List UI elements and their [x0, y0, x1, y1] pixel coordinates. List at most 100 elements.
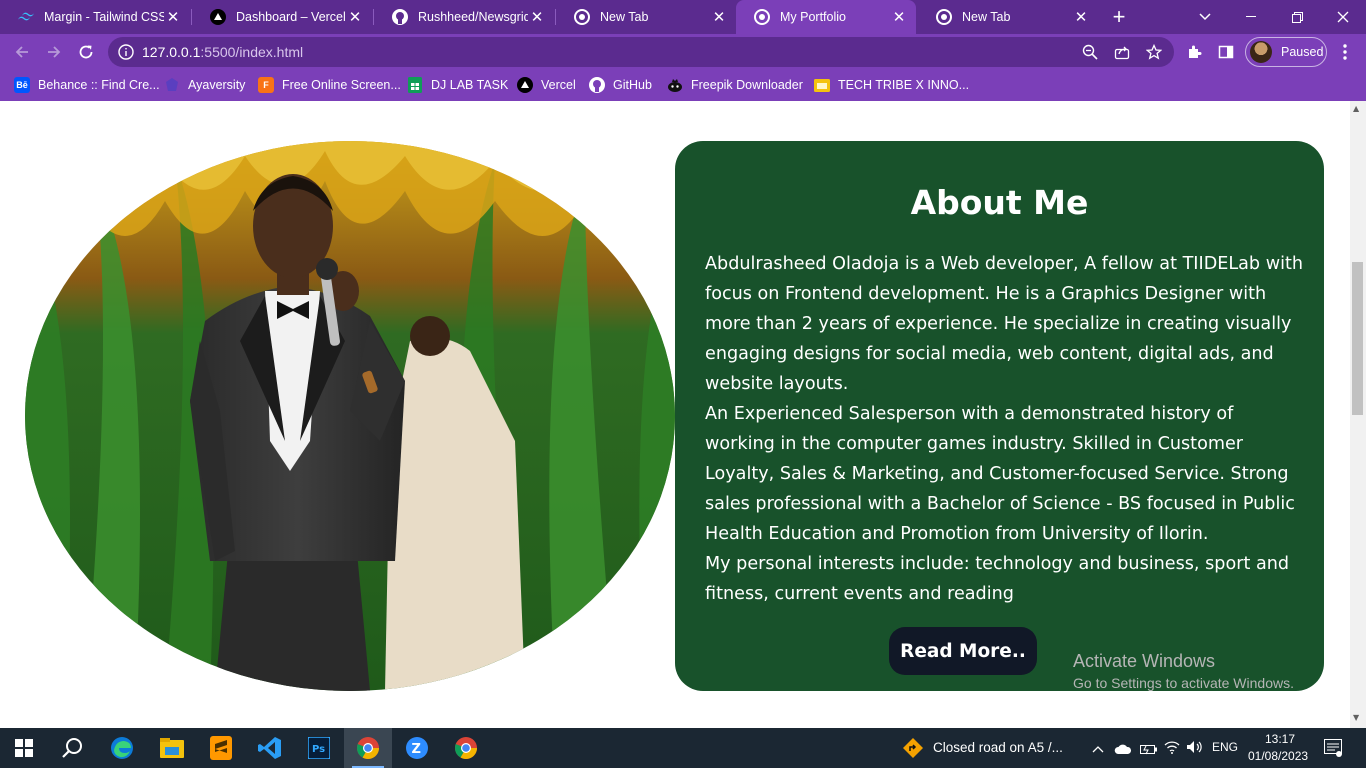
about-me-card: About Me Abdulrasheed Oladoja is a Web d…	[675, 141, 1324, 691]
chrome-icon	[574, 9, 590, 25]
close-tab-icon[interactable]: ✕	[528, 8, 546, 26]
clock-time[interactable]: 13:17	[1265, 732, 1295, 746]
behance-icon: Bē	[14, 77, 30, 93]
portfolio-page: About Me Abdulrasheed Oladoja is a Web d…	[0, 101, 1350, 728]
language-indicator[interactable]: ENG	[1212, 740, 1238, 754]
about-text: Abdulrasheed Oladoja is a Web developer,…	[705, 249, 1305, 609]
tab-title: Rushheed/Newsgrid	[418, 10, 528, 24]
tab-new-tab-1[interactable]: New Tab ✕	[556, 0, 736, 34]
vscode-icon[interactable]	[246, 728, 294, 768]
notifications-icon[interactable]	[1324, 739, 1342, 761]
vercel-icon	[517, 77, 533, 93]
side-panel-icon[interactable]	[1213, 39, 1239, 65]
close-tab-icon[interactable]: ✕	[890, 8, 908, 26]
bookmark-github[interactable]: GitHub	[589, 76, 652, 94]
chrome-icon	[754, 9, 770, 25]
photoshop-icon[interactable]: Ps	[295, 728, 343, 768]
about-paragraph: Abdulrasheed Oladoja is a Web developer,…	[705, 254, 1304, 394]
file-explorer-icon[interactable]	[148, 728, 196, 768]
tab-my-portfolio[interactable]: My Portfolio ✕	[736, 0, 916, 34]
close-window-button[interactable]	[1320, 0, 1366, 34]
tab-tailwind[interactable]: Margin - Tailwind CSS ✕	[0, 0, 190, 34]
close-tab-icon[interactable]: ✕	[710, 8, 728, 26]
profile-button[interactable]: Paused	[1245, 37, 1327, 67]
vercel-icon	[210, 9, 226, 25]
restore-button[interactable]	[1274, 0, 1320, 34]
close-tab-icon[interactable]: ✕	[164, 8, 182, 26]
freepik-icon	[667, 77, 683, 93]
edge-icon[interactable]	[98, 728, 146, 768]
tab-search-icon[interactable]	[1182, 0, 1228, 34]
zoom-icon[interactable]	[1082, 44, 1098, 64]
github-icon	[589, 77, 605, 93]
bookmark-freepik[interactable]: Freepik Downloader	[667, 76, 803, 94]
minimize-button[interactable]	[1228, 0, 1274, 34]
browser-toolbar: 127.0.0.1:5500/index.html Paused	[0, 34, 1366, 70]
bookmark-star-icon[interactable]	[1145, 43, 1163, 64]
search-icon[interactable]	[48, 728, 96, 768]
tab-title: New Tab	[962, 10, 1011, 24]
battery-icon[interactable]	[1140, 740, 1158, 759]
bookmark-ayaversity[interactable]: Ayaversity	[164, 76, 245, 94]
tab-vercel[interactable]: Dashboard – Vercel ✕	[192, 0, 372, 34]
traffic-alert-icon[interactable]	[903, 738, 923, 762]
tab-new-tab-2[interactable]: New Tab ✕	[918, 0, 1098, 34]
wifi-icon[interactable]	[1164, 739, 1180, 758]
bookmark-label: Vercel	[541, 78, 576, 92]
tailwind-icon	[18, 9, 34, 25]
show-hidden-icons-icon[interactable]	[1092, 740, 1104, 759]
kebab-menu-icon[interactable]	[1332, 39, 1358, 65]
scrollbar-thumb[interactable]	[1352, 262, 1363, 415]
ayaversity-icon	[164, 77, 180, 93]
reload-button[interactable]	[73, 39, 99, 65]
about-paragraph: An Experienced Salesperson with a demons…	[705, 404, 1295, 544]
page-scrollbar[interactable]: ▲ ▼	[1350, 101, 1366, 728]
github-icon	[392, 9, 408, 25]
windows-taskbar: Ps Z Closed road on A5 /... ENG 13:17 01…	[0, 728, 1366, 768]
close-tab-icon[interactable]: ✕	[346, 8, 364, 26]
address-bar[interactable]: 127.0.0.1:5500/index.html	[108, 37, 1174, 67]
bookmark-vercel[interactable]: Vercel	[517, 76, 576, 94]
watermark-line2: Go to Settings to activate Windows.	[1073, 675, 1294, 691]
svg-text:Ps: Ps	[312, 744, 325, 755]
bookmarks-bar: Bē Behance :: Find Cre... Ayaversity F F…	[0, 70, 1366, 101]
about-title: About Me	[910, 183, 1089, 222]
scroll-up-icon[interactable]: ▲	[1353, 104, 1359, 113]
share-icon[interactable]	[1114, 44, 1130, 64]
folder-icon	[814, 77, 830, 93]
forward-button[interactable]	[41, 39, 67, 65]
bookmark-tech-tribe[interactable]: TECH TRIBE X INNO...	[814, 76, 969, 94]
new-tab-button[interactable]: +	[1108, 4, 1130, 30]
sublime-text-icon[interactable]	[197, 728, 245, 768]
chrome-icon[interactable]	[442, 728, 490, 768]
svg-text:Z: Z	[412, 742, 421, 757]
profile-photo	[25, 141, 675, 691]
profile-status: Paused	[1281, 45, 1324, 59]
close-tab-icon[interactable]: ✕	[1072, 8, 1090, 26]
read-more-button[interactable]: Read More..	[889, 627, 1037, 675]
google-sheets-icon	[407, 77, 423, 93]
bookmark-label: Behance :: Find Cre...	[38, 78, 160, 92]
bookmark-label: Freepik Downloader	[691, 78, 803, 92]
onedrive-icon[interactable]	[1114, 740, 1132, 759]
bookmark-label: DJ LAB TASK	[431, 78, 509, 92]
windows-start-icon[interactable]	[0, 728, 48, 768]
bookmark-behance[interactable]: Bē Behance :: Find Cre...	[14, 76, 160, 94]
bookmark-screen-recorder[interactable]: F Free Online Screen...	[258, 76, 401, 94]
bookmark-dj-lab-task[interactable]: DJ LAB TASK	[407, 76, 508, 94]
clock-date[interactable]: 01/08/2023	[1248, 749, 1308, 763]
notification-text[interactable]: Closed road on A5 /...	[933, 740, 1063, 755]
site-info-icon[interactable]	[118, 44, 134, 64]
bookmark-label: TECH TRIBE X INNO...	[838, 78, 970, 92]
tab-github-newsgrid[interactable]: Rushheed/Newsgrid ✕	[374, 0, 554, 34]
bookmark-label: GitHub	[613, 78, 652, 92]
bookmark-label: Free Online Screen...	[282, 78, 401, 92]
chrome-icon[interactable]	[344, 728, 392, 768]
back-button[interactable]	[9, 39, 35, 65]
tab-title: Margin - Tailwind CSS	[44, 10, 164, 24]
zoom-app-icon[interactable]: Z	[393, 728, 441, 768]
extensions-icon[interactable]	[1181, 39, 1207, 65]
scroll-down-icon[interactable]: ▼	[1353, 713, 1359, 722]
volume-icon[interactable]	[1186, 739, 1204, 758]
activate-windows-watermark: Activate Windows Go to Settings to activ…	[1073, 651, 1294, 691]
